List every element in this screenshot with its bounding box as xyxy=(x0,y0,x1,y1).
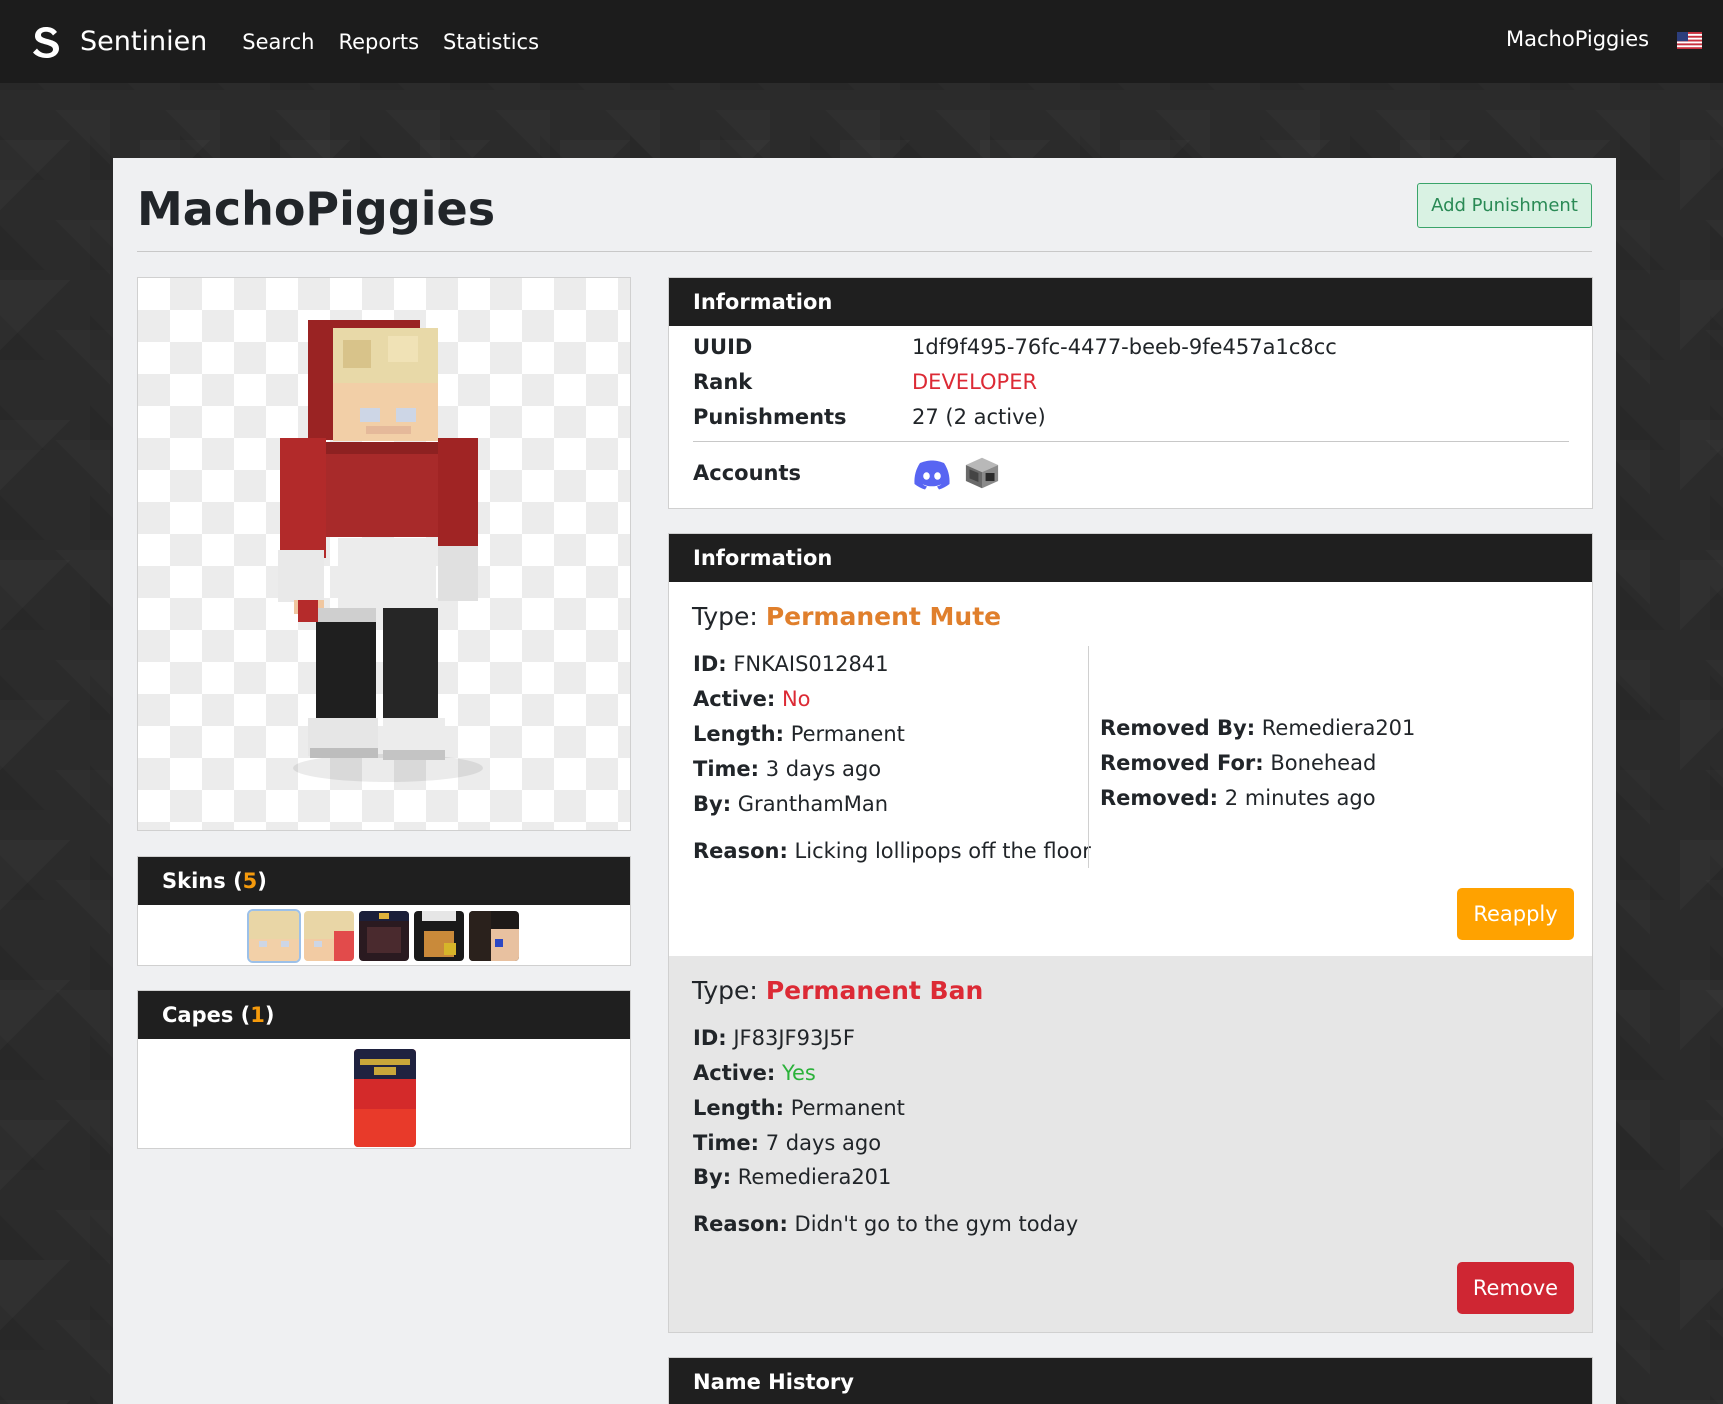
punishment-reason: Reason: Licking lollipops off the floor xyxy=(693,839,1091,863)
skins-card: Skins (5) xyxy=(137,856,631,966)
info-divider xyxy=(693,441,1569,442)
sentinien-logo-icon xyxy=(33,26,59,58)
punishment-divider xyxy=(1088,646,1089,868)
removed-by: Removed By: Remediera201 xyxy=(1100,716,1416,740)
capes-header: Capes (1) xyxy=(138,991,630,1039)
punishment-type: Type: Permanent Mute xyxy=(692,602,1002,631)
punishment-active: Active: Yes xyxy=(693,1061,816,1085)
page-title: MachoPiggies xyxy=(137,182,496,236)
punishment-by: By: GranthamMan xyxy=(693,792,889,816)
reapply-button[interactable]: Reapply xyxy=(1457,888,1574,940)
capes-card: Capes (1) xyxy=(137,990,631,1149)
punishment-time: Time: 7 days ago xyxy=(693,1131,882,1155)
skins-title: Skins xyxy=(162,869,226,893)
punishment-length: Length: Permanent xyxy=(693,722,905,746)
removed-for: Removed For: Bonehead xyxy=(1100,751,1377,775)
information-header: Information xyxy=(669,278,1592,326)
capes-title: Capes xyxy=(162,1003,234,1027)
rank-label: Rank xyxy=(693,370,753,394)
title-divider xyxy=(137,251,1592,252)
punishments-header: Information xyxy=(669,534,1592,582)
punishment-id: ID: FNKAIS012841 xyxy=(693,652,889,676)
skin-thumbnail[interactable] xyxy=(247,909,301,963)
nav-link-reports[interactable]: Reports xyxy=(338,30,419,54)
skins-count: (5) xyxy=(233,869,267,893)
punishments-value: 27 (2 active) xyxy=(912,405,1046,429)
brand[interactable]: Sentinien xyxy=(30,25,207,59)
punishment-length: Length: Permanent xyxy=(693,1096,905,1120)
name-history-header: Name History xyxy=(669,1358,1592,1404)
punishments-label: Punishments xyxy=(693,405,847,429)
removed-time: Removed: 2 minutes ago xyxy=(1100,786,1376,810)
top-navbar: Sentinien Search Reports Statistics Mach… xyxy=(0,0,1723,83)
discord-icon[interactable] xyxy=(912,458,952,492)
punishment-type: Type: Permanent Ban xyxy=(692,976,984,1005)
nav-link-statistics[interactable]: Statistics xyxy=(443,30,539,54)
nav-user-menu[interactable]: MachoPiggies xyxy=(1506,27,1649,51)
cape-thumbnail[interactable] xyxy=(354,1049,416,1147)
uuid-value: 1df9f495-76fc-4477-beeb-9fe457a1c8cc xyxy=(912,335,1337,359)
rank-value: DEVELOPER xyxy=(912,370,1038,394)
accounts-label: Accounts xyxy=(693,461,802,485)
skin-thumbnail[interactable] xyxy=(304,911,354,961)
punishment-time: Time: 3 days ago xyxy=(693,757,882,781)
punishment-id: ID: JF83JF93J5F xyxy=(693,1026,855,1050)
capes-count: (1) xyxy=(240,1003,275,1027)
information-card: Information UUID 1df9f495-76fc-4477-beeb… xyxy=(668,277,1593,509)
nav-links: Search Reports Statistics xyxy=(242,30,563,54)
skin-thumbnail[interactable] xyxy=(469,911,519,961)
punishment-by: By: Remediera201 xyxy=(693,1165,892,1189)
brand-name: Sentinien xyxy=(80,26,208,57)
punishment-item: Type: Permanent Ban ID: JF83JF93J5F Acti… xyxy=(669,956,1592,1332)
punishment-item: Type: Permanent Mute ID: FNKAIS012841 Ac… xyxy=(669,582,1592,956)
punishments-card: Information Type: Permanent Mute ID: FNK… xyxy=(668,533,1593,1333)
skin-thumbnail[interactable] xyxy=(414,911,464,961)
uuid-label: UUID xyxy=(693,335,753,359)
player-skin-image xyxy=(278,320,483,782)
remove-button[interactable]: Remove xyxy=(1457,1262,1574,1314)
skins-list xyxy=(138,905,630,963)
minecraft-block-icon[interactable] xyxy=(962,456,1002,490)
add-punishment-button[interactable]: Add Punishment xyxy=(1417,183,1592,228)
profile-container: MachoPiggies Add Punishment Skins (5) Ca… xyxy=(113,158,1616,1404)
punishment-active: Active: No xyxy=(693,687,811,711)
skin-render xyxy=(137,277,631,831)
skin-thumbnail[interactable] xyxy=(359,911,409,961)
punishment-reason: Reason: Didn't go to the gym today xyxy=(693,1212,1079,1236)
us-flag-icon[interactable] xyxy=(1677,32,1702,49)
skins-header: Skins (5) xyxy=(138,857,630,905)
nav-link-search[interactable]: Search xyxy=(242,30,314,54)
name-history-card: Name History xyxy=(668,1357,1593,1404)
